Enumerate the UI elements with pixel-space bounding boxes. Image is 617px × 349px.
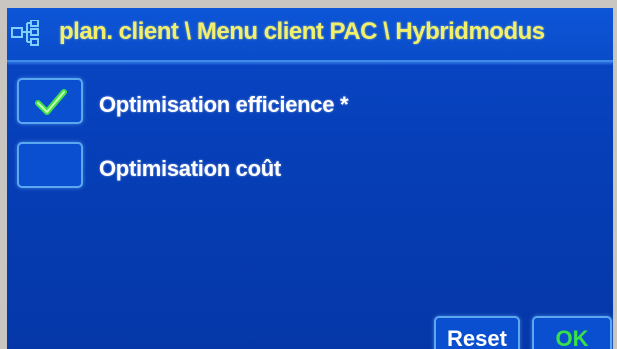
option-label-efficience[interactable]: Optimisation efficience * [99, 92, 349, 118]
device-bezel: plan. client \ Menu client PAC \ Hybridm… [0, 0, 617, 349]
display-screen: plan. client \ Menu client PAC \ Hybridm… [7, 8, 613, 349]
checkbox-optimisation-efficience[interactable] [17, 78, 83, 124]
title-bar: plan. client \ Menu client PAC \ Hybridm… [7, 8, 613, 62]
reset-button[interactable]: Reset [434, 316, 520, 349]
ok-button[interactable]: OK [532, 316, 612, 349]
tree-structure-icon [11, 20, 39, 46]
checkmark-icon [35, 89, 67, 115]
page-title: plan. client \ Menu client PAC \ Hybridm… [59, 18, 545, 45]
option-label-cout[interactable]: Optimisation coût [99, 156, 281, 182]
checkbox-optimisation-cout[interactable] [17, 142, 83, 188]
